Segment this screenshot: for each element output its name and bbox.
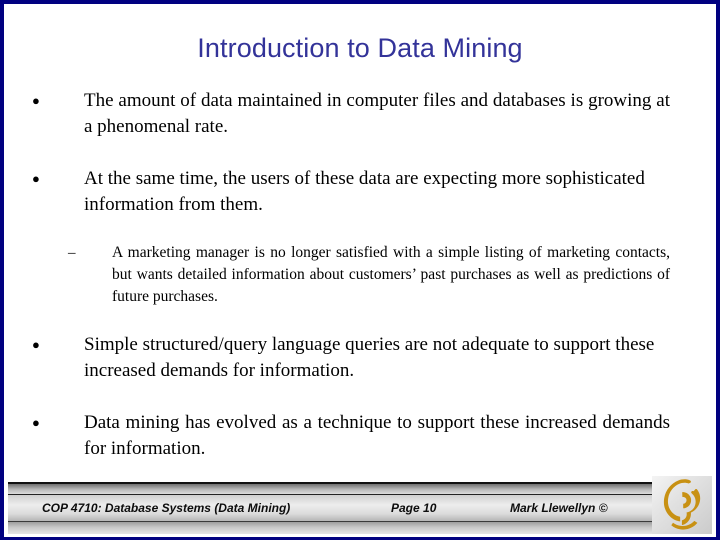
- footer-course-label: COP 4710: Database Systems (Data Mining): [42, 501, 291, 515]
- bullet-marker: ●: [32, 171, 40, 186]
- footer-band-bottom: [8, 522, 712, 534]
- sub-bullet-item: – A marketing manager is no longer satis…: [68, 242, 670, 308]
- slide-body: ● The amount of data maintained in compu…: [4, 82, 716, 482]
- sub-bullet-marker: –: [68, 245, 76, 261]
- footer-band-top: [8, 484, 712, 494]
- page-title: Introduction to Data Mining: [197, 33, 523, 63]
- bullet-text: Data mining has evolved as a technique t…: [84, 412, 670, 459]
- footer-text-row: COP 4710: Database Systems (Data Mining)…: [8, 496, 712, 520]
- bullet-item: ● Data mining has evolved as a technique…: [32, 410, 670, 462]
- bullet-marker: ●: [32, 337, 40, 352]
- bullet-text: Simple structured/query language queries…: [84, 334, 655, 381]
- bullet-text: At the same time, the users of these dat…: [84, 168, 645, 215]
- sub-bullet-text: A marketing manager is no longer satisfi…: [112, 244, 670, 305]
- footer-author-label: Mark Llewellyn ©: [510, 501, 608, 515]
- bullet-marker: ●: [32, 93, 40, 108]
- bullet-text: The amount of data maintained in compute…: [84, 90, 670, 137]
- slide-footer: COP 4710: Database Systems (Data Mining)…: [8, 482, 712, 534]
- bullet-marker: ●: [32, 415, 40, 430]
- bullet-item: ● The amount of data maintained in compu…: [32, 88, 670, 140]
- pegasus-icon: [663, 479, 701, 530]
- ucf-pegasus-logo: [652, 476, 712, 534]
- bullet-item: ● Simple structured/query language queri…: [32, 332, 670, 384]
- slide: Introduction to Data Mining ● The amount…: [0, 0, 720, 540]
- footer-page-number: Page 10: [391, 501, 437, 515]
- bullet-item: ● At the same time, the users of these d…: [32, 166, 670, 218]
